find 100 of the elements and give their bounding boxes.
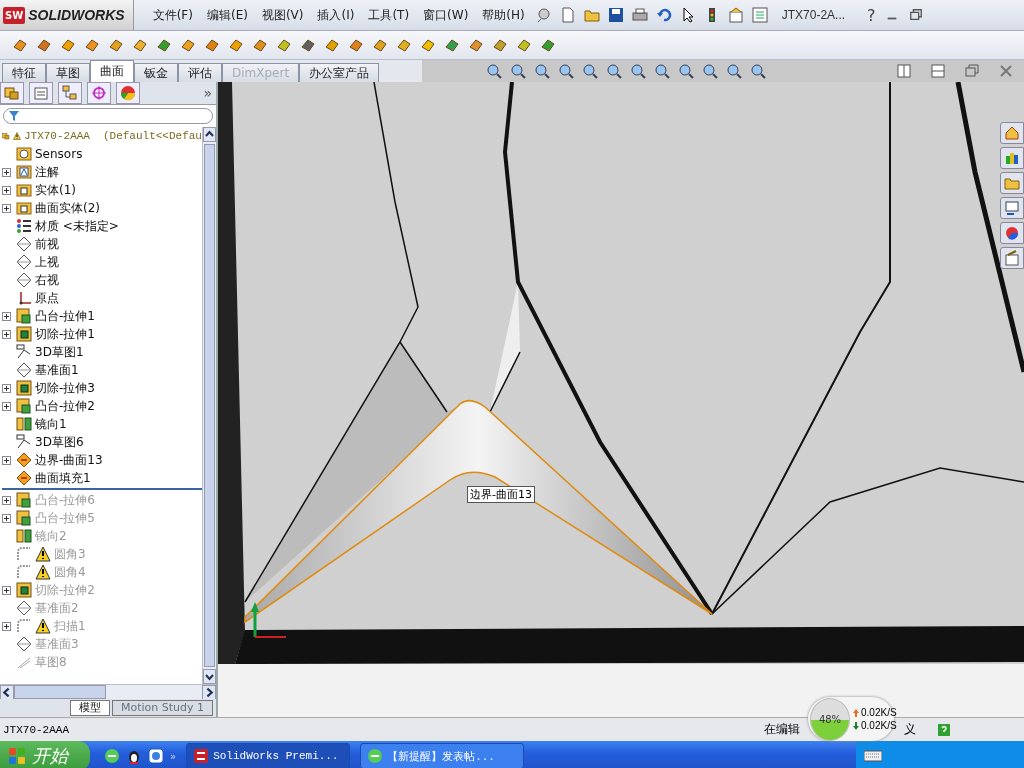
menu-item[interactable]: 帮助(H) bbox=[475, 6, 532, 24]
more-button[interactable]: » bbox=[170, 750, 177, 762]
warning-icon bbox=[35, 546, 51, 562]
restore-icon[interactable] bbox=[907, 8, 924, 22]
feature-tree-tab[interactable] bbox=[0, 82, 24, 104]
feature-icon bbox=[16, 236, 32, 252]
expand-button[interactable] bbox=[2, 167, 11, 177]
command-tab[interactable]: 评估 bbox=[178, 63, 222, 82]
expand-button[interactable] bbox=[2, 311, 11, 321]
custom-properties-icon[interactable] bbox=[1000, 247, 1024, 269]
tree-item[interactable]: 前视 bbox=[14, 235, 59, 253]
feature-icon bbox=[16, 546, 32, 562]
tree-item[interactable]: 边界-曲面13 bbox=[14, 451, 103, 469]
filter-field[interactable] bbox=[3, 108, 213, 124]
menu-item[interactable]: 编辑(E) bbox=[199, 6, 255, 24]
feature-icon bbox=[16, 600, 32, 616]
home-icon[interactable] bbox=[1000, 122, 1024, 144]
penguin-icon[interactable] bbox=[126, 748, 142, 764]
menu-item[interactable]: 视图(V) bbox=[254, 6, 311, 24]
tree-item[interactable]: 右视 bbox=[14, 271, 59, 289]
feature-icon bbox=[16, 344, 32, 360]
bottom-tab[interactable]: 模型 bbox=[70, 700, 110, 716]
feature-icon bbox=[16, 564, 32, 580]
restore-icon[interactable] bbox=[964, 63, 980, 79]
tree-item[interactable]: 原点 bbox=[14, 289, 59, 307]
view-palette-icon[interactable] bbox=[1000, 197, 1024, 219]
tree-item[interactable]: 切除-拉伸3 bbox=[14, 379, 95, 397]
expand-button[interactable] bbox=[2, 621, 11, 631]
tree-item[interactable]: 基准面1 bbox=[14, 361, 79, 379]
command-tab[interactable]: 特征 bbox=[2, 63, 46, 82]
tree-item[interactable]: 3D草图1 bbox=[14, 343, 84, 361]
open-folder-icon[interactable] bbox=[583, 7, 600, 23]
help-icon[interactable] bbox=[938, 723, 950, 736]
library-icon[interactable] bbox=[1000, 147, 1024, 169]
bottom-tab[interactable]: Motion Study 1 bbox=[112, 700, 214, 716]
command-tab[interactable]: 钣金 bbox=[134, 63, 178, 82]
crosshair-icon bbox=[91, 85, 107, 101]
feature-icon bbox=[16, 510, 32, 526]
expand-button[interactable] bbox=[2, 495, 11, 505]
undo-icon[interactable] bbox=[655, 7, 672, 23]
options-icon[interactable] bbox=[727, 7, 744, 23]
tree-item[interactable]: 实体(1) bbox=[14, 181, 76, 199]
menu-item[interactable]: 窗口(W) bbox=[416, 6, 476, 24]
tree-item[interactable]: 凸台-拉伸1 bbox=[14, 307, 95, 325]
taskbar-button[interactable]: 【新提醒】发表帖... bbox=[360, 743, 525, 768]
feature-icon bbox=[16, 380, 32, 396]
properties-tab[interactable] bbox=[29, 82, 53, 104]
taskbar-button[interactable]: SolidWorks Premi... bbox=[186, 743, 351, 768]
browser-icon[interactable] bbox=[148, 748, 164, 764]
command-tab[interactable]: 办公室产品 bbox=[299, 63, 380, 82]
status-text: JTX70-2AAA bbox=[3, 723, 69, 736]
expand-button[interactable] bbox=[2, 185, 11, 195]
expand-button[interactable] bbox=[2, 401, 11, 411]
feature-icon bbox=[16, 272, 32, 288]
tree-item[interactable]: 材质 <未指定> bbox=[14, 217, 119, 235]
tree-item[interactable]: 镜向1 bbox=[14, 415, 67, 433]
list-icon[interactable] bbox=[751, 7, 768, 23]
feature-icon bbox=[16, 416, 32, 432]
appearance-tab[interactable] bbox=[116, 82, 140, 104]
tree-item[interactable]: 凸台-拉伸2 bbox=[14, 397, 95, 415]
tree-item[interactable]: 注解 bbox=[14, 163, 59, 181]
expand-button[interactable] bbox=[2, 455, 11, 465]
tree-item[interactable]: Sensors bbox=[14, 146, 83, 162]
new-document-icon[interactable] bbox=[559, 7, 576, 23]
keyboard-icon[interactable] bbox=[864, 750, 882, 762]
zoom-fit-icon[interactable] bbox=[486, 63, 502, 79]
save-icon[interactable] bbox=[607, 7, 624, 23]
expand-button[interactable] bbox=[2, 513, 11, 523]
feature-icon bbox=[16, 254, 32, 270]
menu-item[interactable]: 工具(T) bbox=[361, 6, 417, 24]
tree-item[interactable]: 切除-拉伸1 bbox=[14, 325, 95, 343]
feature-icon bbox=[16, 636, 32, 652]
tree-item[interactable]: 曲面填充1 bbox=[14, 469, 91, 487]
configurations-tab[interactable] bbox=[58, 82, 82, 104]
menu-item[interactable]: 文件(F) bbox=[145, 6, 200, 24]
tree-item[interactable]: 3D草图6 bbox=[14, 433, 84, 451]
vertical-scrollbar[interactable] bbox=[202, 127, 216, 684]
more-button[interactable]: » bbox=[203, 85, 216, 101]
expand-button[interactable] bbox=[2, 585, 11, 595]
command-tab[interactable]: 草图 bbox=[46, 63, 90, 82]
scroll-down-button[interactable] bbox=[203, 669, 216, 684]
color-wheel-icon bbox=[120, 85, 136, 101]
expand-button[interactable] bbox=[2, 329, 11, 339]
close-icon[interactable] bbox=[998, 63, 1014, 79]
menu-item[interactable]: 插入(I) bbox=[310, 6, 362, 24]
zoom-area-icon[interactable] bbox=[510, 63, 526, 79]
tree-item[interactable]: 曲面实体(2) bbox=[14, 199, 100, 217]
printer-icon[interactable] bbox=[631, 7, 648, 23]
tree-item[interactable]: 上视 bbox=[14, 253, 59, 271]
horizontal-scrollbar[interactable] bbox=[0, 684, 216, 699]
expand-button[interactable] bbox=[2, 383, 11, 393]
crosshair-tab[interactable] bbox=[87, 82, 111, 104]
scroll-up-button[interactable] bbox=[203, 127, 216, 142]
browser-icon[interactable] bbox=[104, 748, 120, 764]
part-name[interactable]: JTX70-2AAA bbox=[23, 130, 90, 142]
split-view-icon[interactable] bbox=[930, 63, 946, 79]
command-tab[interactable]: 曲面 bbox=[90, 60, 134, 82]
expand-button[interactable] bbox=[2, 203, 11, 213]
help-button[interactable]: ? bbox=[867, 5, 876, 25]
split-view-icon[interactable] bbox=[896, 63, 912, 79]
